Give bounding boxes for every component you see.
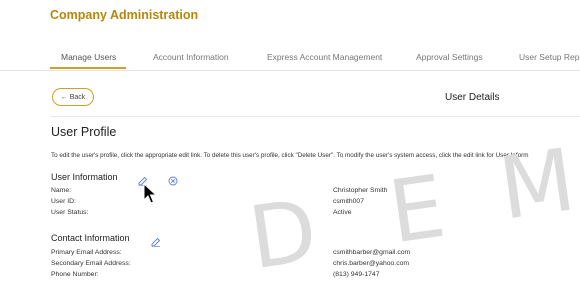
tab-user-setup-report[interactable]: User Setup Repor — [519, 52, 580, 62]
name-value: Christopher Smith — [333, 187, 388, 194]
watermark-letter-e: E — [383, 156, 452, 264]
page-title: Company Administration — [50, 8, 199, 22]
primary-email-value: csmithbarber@gmail.com — [333, 249, 411, 256]
user-information-heading: User Information — [51, 172, 118, 182]
back-arrow-icon: ← — [60, 93, 68, 101]
secondary-email-label: Secondary Email Address: — [51, 260, 131, 267]
name-label: Name: — [51, 187, 72, 194]
phone-number-label: Phone Number: — [51, 271, 99, 278]
active-tab-indicator — [50, 67, 126, 69]
user-id-label: User ID: — [51, 198, 76, 205]
tab-manage-users[interactable]: Manage Users — [61, 52, 116, 62]
section-title: User Details — [445, 92, 500, 103]
edit-icon[interactable] — [151, 234, 161, 247]
primary-email-label: Primary Email Address: — [51, 249, 122, 256]
watermark-letter-m: M — [493, 130, 580, 240]
contact-information-heading: Contact Information — [51, 233, 130, 243]
cancel-icon[interactable] — [168, 173, 178, 186]
profile-title: User Profile — [51, 125, 117, 139]
profile-instructions: To edit the user's profile, click the ap… — [51, 152, 529, 159]
tab-account-information[interactable]: Account Information — [153, 52, 229, 62]
back-button[interactable]: ← Back — [52, 88, 94, 106]
user-id-value: csmith007 — [333, 198, 364, 205]
mouse-cursor-icon — [143, 182, 159, 210]
phone-number-value: (813) 949-1747 — [333, 271, 380, 278]
back-button-label: Back — [69, 93, 86, 101]
user-status-label: User Status: — [51, 209, 89, 216]
tab-approval-settings[interactable]: Approval Settings — [416, 52, 483, 62]
edit-icon[interactable] — [138, 173, 148, 186]
watermark-letter-d: D — [243, 180, 323, 290]
user-status-value: Active — [333, 209, 352, 216]
tab-express-account-management[interactable]: Express Account Management — [267, 52, 382, 62]
divider — [50, 116, 580, 117]
secondary-email-value: chris.barber@yahoo.com — [333, 260, 410, 267]
